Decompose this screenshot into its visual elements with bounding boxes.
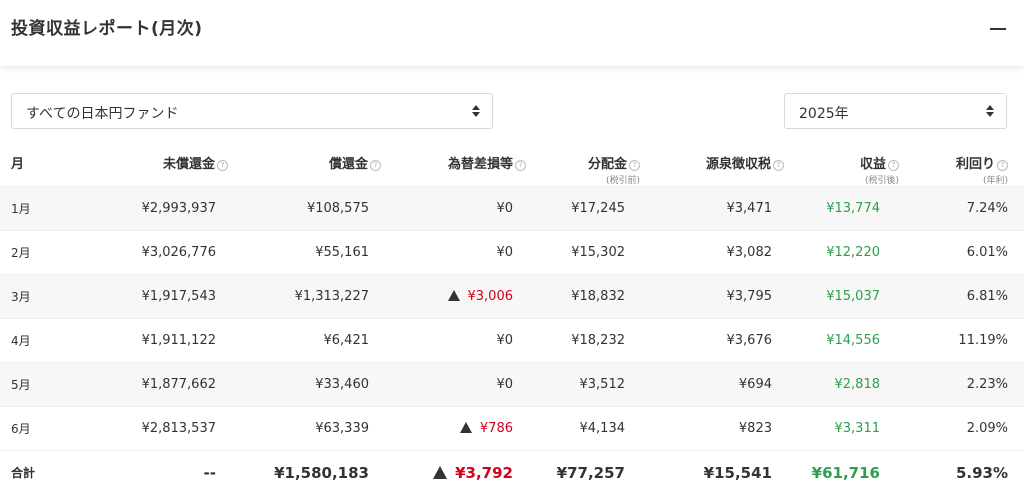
table-total-row: 合計 -- ¥1,580,183 ¥3,792 ¥77,257 ¥15,541 … <box>0 450 1024 495</box>
cell-fx-loss: ¥3,792 <box>383 450 528 495</box>
table-row: 6月 ¥2,813,537 ¥63,339 ¥786 ¥4,134 ¥823 ¥… <box>0 406 1024 451</box>
cell-income: ¥14,556 <box>786 318 899 363</box>
cell-yield: 11.19% <box>899 318 1024 363</box>
table-row: 3月 ¥1,917,543 ¥1,313,227 ¥3,006 ¥18,832 … <box>0 274 1024 319</box>
cell-fx-loss: ¥0 <box>383 186 528 231</box>
cell-distribution: ¥15,302 <box>528 230 640 275</box>
help-icon[interactable]: ? <box>888 160 899 171</box>
cell-yield: 2.09% <box>899 406 1024 451</box>
help-icon[interactable]: ? <box>515 160 526 171</box>
col-header-month: 月 <box>11 157 25 172</box>
cell-month: 3月 <box>0 274 120 319</box>
cell-distribution: ¥18,832 <box>528 274 640 319</box>
cell-redeemed: ¥108,575 <box>228 186 383 231</box>
cell-withholding-tax: ¥823 <box>640 406 786 451</box>
col-header-unredeemed: 未償還金? <box>120 144 228 187</box>
cell-redeemed: ¥1,580,183 <box>228 450 383 495</box>
cell-withholding-tax: ¥3,795 <box>640 274 786 319</box>
help-icon[interactable]: ? <box>217 160 228 171</box>
col-header-yield: 利回り? (年利) <box>899 144 1024 187</box>
cell-yield: 2.23% <box>899 362 1024 407</box>
table-row: 2月 ¥3,026,776 ¥55,161 ¥0 ¥15,302 ¥3,082 … <box>0 230 1024 275</box>
cell-yield: 5.93% <box>899 450 1024 495</box>
year-select[interactable]: 2025年 <box>784 93 1007 129</box>
cell-yield: 6.01% <box>899 230 1024 275</box>
cell-withholding-tax: ¥3,471 <box>640 186 786 231</box>
cell-distribution: ¥17,245 <box>528 186 640 231</box>
cell-redeemed: ¥1,313,227 <box>228 274 383 319</box>
table-row: 4月 ¥1,911,122 ¥6,421 ¥0 ¥18,232 ¥3,676 ¥… <box>0 318 1024 363</box>
cell-unredeemed: ¥1,911,122 <box>120 318 228 363</box>
select-arrows-icon <box>986 103 994 119</box>
cell-yield: 7.24% <box>899 186 1024 231</box>
col-header-redeemed: 償還金? <box>228 144 383 187</box>
cell-month: 合計 <box>0 450 120 495</box>
cell-distribution: ¥18,232 <box>528 318 640 363</box>
table-row: 5月 ¥1,877,662 ¥33,460 ¥0 ¥3,512 ¥694 ¥2,… <box>0 362 1024 407</box>
cell-distribution: ¥77,257 <box>528 450 640 495</box>
collapse-icon[interactable] <box>990 28 1006 30</box>
fund-select[interactable]: すべての日本円ファンド <box>11 93 493 129</box>
cell-yield: 6.81% <box>899 274 1024 319</box>
cell-distribution: ¥4,134 <box>528 406 640 451</box>
cell-redeemed: ¥63,339 <box>228 406 383 451</box>
cell-fx-loss: ¥0 <box>383 362 528 407</box>
help-icon[interactable]: ? <box>370 160 381 171</box>
cell-distribution: ¥3,512 <box>528 362 640 407</box>
col-subheader-income: (税引後) <box>864 176 899 186</box>
cell-unredeemed: ¥3,026,776 <box>120 230 228 275</box>
col-subheader-distribution: (税引前) <box>605 176 640 186</box>
negative-triangle-icon <box>447 290 460 301</box>
cell-unredeemed: ¥1,917,543 <box>120 274 228 319</box>
cell-fx-loss: ¥786 <box>383 406 528 451</box>
cell-month: 1月 <box>0 186 120 231</box>
cell-withholding-tax: ¥3,676 <box>640 318 786 363</box>
cell-unredeemed: ¥2,993,937 <box>120 186 228 231</box>
negative-triangle-icon <box>433 465 448 479</box>
cell-fx-loss: ¥0 <box>383 318 528 363</box>
cell-unredeemed: ¥2,813,537 <box>120 406 228 451</box>
help-icon[interactable]: ? <box>773 160 784 171</box>
cell-unredeemed: ¥1,877,662 <box>120 362 228 407</box>
cell-income: ¥2,818 <box>786 362 899 407</box>
col-header-fx-loss: 為替差損等? <box>383 144 528 187</box>
cell-income: ¥61,716 <box>786 450 899 495</box>
cell-redeemed: ¥33,460 <box>228 362 383 407</box>
income-report-table: 月 未償還金? 償還金? 為替差損等? 分配金? (税引前) 源泉徴収税? 収益?… <box>0 144 1024 495</box>
cell-income: ¥3,311 <box>786 406 899 451</box>
cell-redeemed: ¥6,421 <box>228 318 383 363</box>
cell-month: 5月 <box>0 362 120 407</box>
cell-withholding-tax: ¥15,541 <box>640 450 786 495</box>
cell-income: ¥13,774 <box>786 186 899 231</box>
table-row: 1月 ¥2,993,937 ¥108,575 ¥0 ¥17,245 ¥3,471… <box>0 186 1024 231</box>
cell-month: 4月 <box>0 318 120 363</box>
cell-redeemed: ¥55,161 <box>228 230 383 275</box>
col-subheader-yield: (年利) <box>982 176 1008 186</box>
cell-month: 2月 <box>0 230 120 275</box>
col-header-distribution: 分配金? (税引前) <box>528 144 640 187</box>
fund-select-value: すべての日本円ファンド <box>26 106 179 122</box>
year-select-value: 2025年 <box>799 106 849 122</box>
help-icon[interactable]: ? <box>997 160 1008 171</box>
report-header: 投資収益レポート(月次) <box>0 0 1024 66</box>
cell-fx-loss: ¥3,006 <box>383 274 528 319</box>
cell-income: ¥12,220 <box>786 230 899 275</box>
col-header-withholding-tax: 源泉徴収税? <box>640 144 786 187</box>
cell-unredeemed: -- <box>120 450 228 495</box>
cell-income: ¥15,037 <box>786 274 899 319</box>
negative-triangle-icon <box>459 422 472 433</box>
cell-withholding-tax: ¥3,082 <box>640 230 786 275</box>
cell-month: 6月 <box>0 406 120 451</box>
cell-withholding-tax: ¥694 <box>640 362 786 407</box>
page-title: 投資収益レポート(月次) <box>11 19 203 39</box>
select-arrows-icon <box>472 103 480 119</box>
table-header-row: 月 未償還金? 償還金? 為替差損等? 分配金? (税引前) 源泉徴収税? 収益?… <box>0 144 1024 187</box>
col-header-income: 収益? (税引後) <box>786 144 899 187</box>
help-icon[interactable]: ? <box>629 160 640 171</box>
cell-fx-loss: ¥0 <box>383 230 528 275</box>
